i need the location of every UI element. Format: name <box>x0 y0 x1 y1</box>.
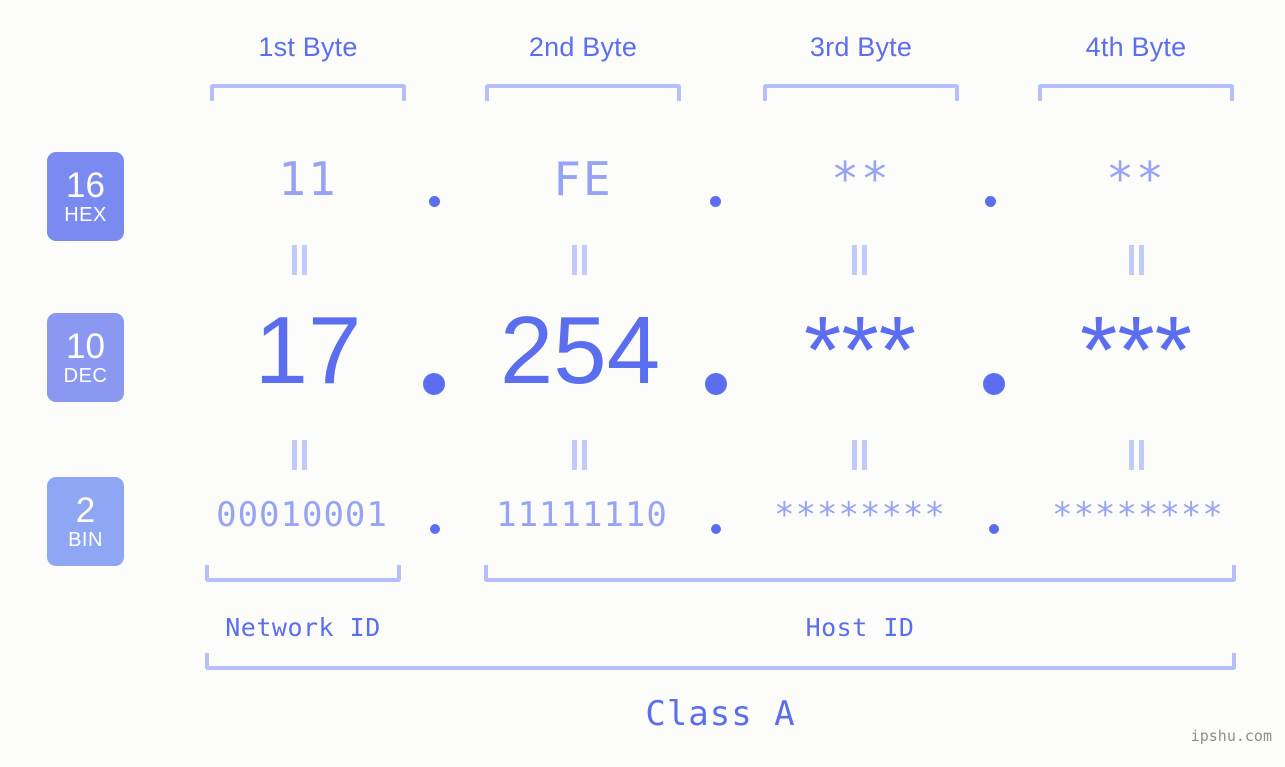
byte-header-4: 4th Byte <box>1085 32 1187 62</box>
byte-header-2: 2nd Byte <box>528 32 638 62</box>
base-badge-bin-name: BIN <box>68 529 103 551</box>
dec-byte-3: *** <box>803 297 917 404</box>
hex-byte-1: 11 <box>278 152 338 206</box>
base-badge-dec: 10 DEC <box>47 313 124 402</box>
equals-dec-bin-2 <box>571 440 589 470</box>
byte-header-3: 3rd Byte <box>809 32 913 62</box>
equals-hex-dec-2 <box>571 245 589 275</box>
base-badge-dec-number: 10 <box>66 327 105 366</box>
equals-hex-dec-1 <box>291 245 309 275</box>
byte-bracket-top-1 <box>210 84 406 101</box>
byte-bracket-top-4 <box>1038 84 1234 101</box>
base-badge-hex: 16 HEX <box>47 152 124 241</box>
class-bracket <box>205 653 1236 670</box>
network-id-bracket <box>205 565 401 582</box>
hex-separator-dot-1 <box>429 196 440 207</box>
base-badge-bin-number: 2 <box>75 491 96 530</box>
byte-bracket-top-3 <box>763 84 959 101</box>
base-badge-hex-number: 16 <box>66 166 105 205</box>
dec-separator-dot-2 <box>705 373 727 395</box>
hex-separator-dot-3 <box>985 196 996 207</box>
equals-hex-dec-3 <box>851 245 869 275</box>
dec-separator-dot-1 <box>423 373 445 395</box>
dec-byte-2: 254 <box>499 297 661 404</box>
base-badge-dec-name: DEC <box>63 365 108 387</box>
ip-byte-breakdown-diagram: 1st Byte 2nd Byte 3rd Byte 4th Byte 16 H… <box>0 0 1285 767</box>
bin-byte-2: 11111110 <box>496 495 668 535</box>
byte-header-1: 1st Byte <box>258 32 358 62</box>
dec-separator-dot-3 <box>983 373 1005 395</box>
bin-separator-dot-3 <box>989 524 999 534</box>
base-badge-hex-name: HEX <box>64 204 107 226</box>
dec-byte-1: 17 <box>254 297 362 404</box>
host-id-label: Host ID <box>805 613 915 642</box>
hex-byte-4: ** <box>1106 152 1166 206</box>
equals-dec-bin-3 <box>851 440 869 470</box>
bin-separator-dot-1 <box>430 524 440 534</box>
equals-dec-bin-1 <box>291 440 309 470</box>
hex-separator-dot-2 <box>710 196 721 207</box>
hex-byte-2: FE <box>553 152 613 206</box>
bin-byte-3: ******** <box>774 495 946 535</box>
dec-byte-4: *** <box>1079 297 1193 404</box>
bin-byte-1: 00010001 <box>216 495 388 535</box>
base-badge-bin: 2 BIN <box>47 477 124 566</box>
site-watermark: ipshu.com <box>1190 727 1272 745</box>
equals-hex-dec-4 <box>1128 245 1146 275</box>
bin-byte-4: ******** <box>1052 495 1224 535</box>
equals-dec-bin-4 <box>1128 440 1146 470</box>
class-label: Class A <box>645 694 796 734</box>
hex-byte-3: ** <box>831 152 891 206</box>
host-id-bracket <box>484 565 1236 582</box>
bin-separator-dot-2 <box>711 524 721 534</box>
byte-bracket-top-2 <box>485 84 681 101</box>
network-id-label: Network ID <box>225 613 381 642</box>
